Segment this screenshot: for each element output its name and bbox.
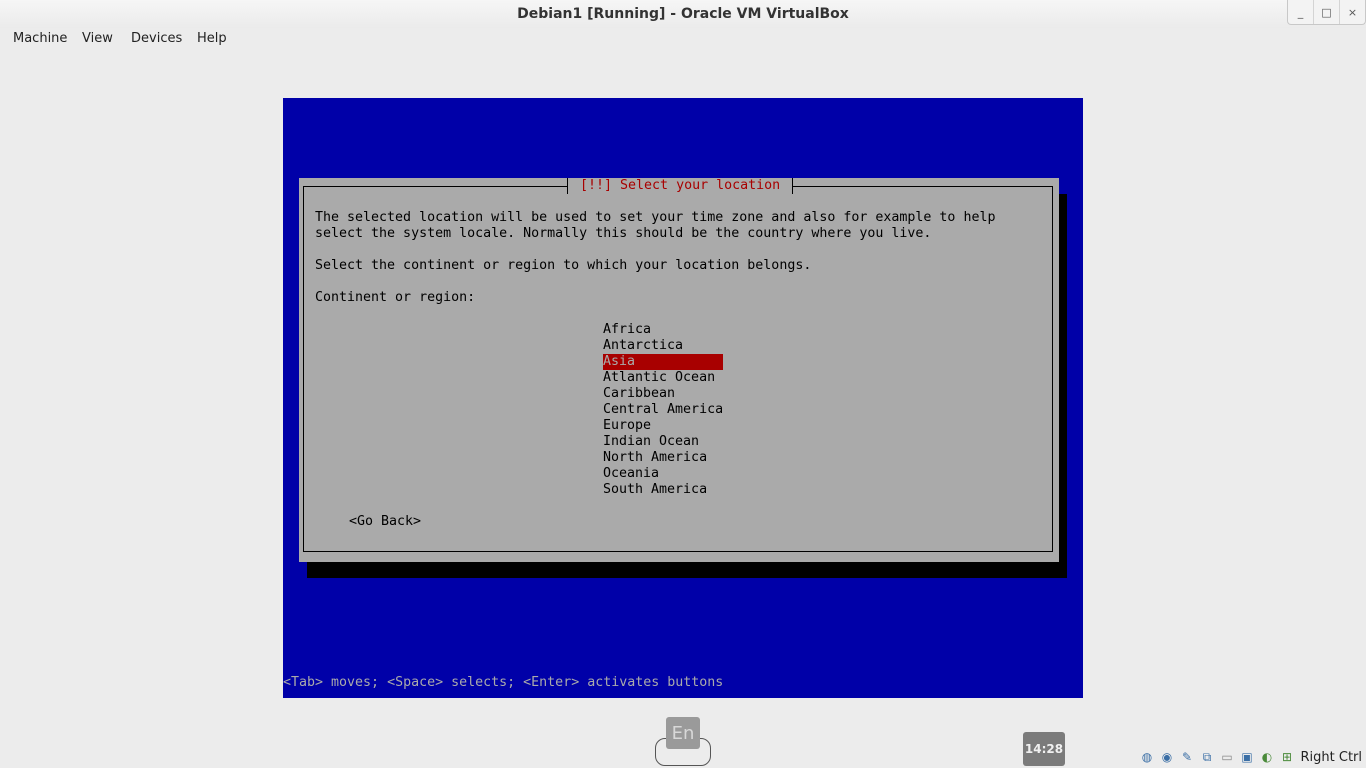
region-item-caribbean[interactable]: Caribbean bbox=[603, 386, 723, 402]
menu-view[interactable]: View bbox=[82, 30, 113, 48]
clock: 14:28 bbox=[1023, 732, 1065, 766]
dialog-title: [!!] Select your location bbox=[567, 178, 794, 194]
help-line: <Tab> moves; <Space> selects; <Enter> ac… bbox=[283, 675, 724, 690]
menu-machine[interactable]: Machine bbox=[13, 30, 67, 48]
hard-disk-icon[interactable]: ◍ bbox=[1139, 749, 1156, 766]
host-key-label: Right Ctrl bbox=[1300, 749, 1363, 765]
usb-icon[interactable]: ✎ bbox=[1179, 749, 1196, 766]
region-item-south-america[interactable]: South America bbox=[603, 482, 723, 498]
region-item-north-america[interactable]: North America bbox=[603, 450, 723, 466]
region-item-europe[interactable]: Europe bbox=[603, 418, 723, 434]
region-item-oceania[interactable]: Oceania bbox=[603, 466, 723, 482]
shared-folders-icon[interactable]: ▭ bbox=[1219, 749, 1236, 766]
menu-help[interactable]: Help bbox=[197, 30, 227, 48]
status-bar: ◍ ◉ ✎ ⧉ ▭ ▣ ◐ ⊞ Right Ctrl bbox=[1139, 748, 1363, 766]
region-item-central-america[interactable]: Central America bbox=[603, 402, 723, 418]
go-back-button[interactable]: <Go Back> bbox=[349, 514, 421, 530]
region-list: Africa Antarctica Asia Atlantic Ocean Ca… bbox=[603, 322, 723, 498]
region-item-indian-ocean[interactable]: Indian Ocean bbox=[603, 434, 723, 450]
cpu-icon[interactable]: ⊞ bbox=[1279, 749, 1296, 766]
menu-bar: Machine View Devices Help bbox=[0, 28, 1366, 50]
close-button[interactable]: × bbox=[1339, 0, 1365, 24]
display-icon[interactable]: ▣ bbox=[1239, 749, 1256, 766]
vm-screen[interactable]: [!!] Select your location The selected l… bbox=[283, 98, 1083, 698]
language-indicator[interactable]: En bbox=[666, 717, 700, 749]
menu-devices[interactable]: Devices bbox=[131, 30, 182, 48]
installer-dialog: [!!] Select your location The selected l… bbox=[299, 178, 1059, 562]
region-item-antarctica[interactable]: Antarctica bbox=[603, 338, 723, 354]
list-label: Continent or region: bbox=[315, 290, 476, 305]
description-line-1: The selected location will be used to se… bbox=[315, 210, 996, 225]
video-capture-icon[interactable]: ◐ bbox=[1259, 749, 1276, 766]
window-controls: _ □ × bbox=[1287, 0, 1366, 25]
network-icon[interactable]: ⧉ bbox=[1199, 749, 1216, 766]
window-title-bar[interactable]: Debian1 [Running] - Oracle VM VirtualBox bbox=[0, 0, 1366, 28]
maximize-button[interactable]: □ bbox=[1313, 0, 1339, 24]
minimize-button[interactable]: _ bbox=[1288, 0, 1313, 24]
region-item-asia[interactable]: Asia bbox=[603, 354, 723, 370]
region-item-africa[interactable]: Africa bbox=[603, 322, 723, 338]
description-line-2: select the system locale. Normally this … bbox=[315, 226, 932, 241]
region-item-atlantic-ocean[interactable]: Atlantic Ocean bbox=[603, 370, 723, 386]
optical-drive-icon[interactable]: ◉ bbox=[1159, 749, 1176, 766]
window-title: Debian1 [Running] - Oracle VM VirtualBox bbox=[517, 6, 849, 22]
region-prompt: Select the continent or region to which … bbox=[315, 258, 812, 273]
